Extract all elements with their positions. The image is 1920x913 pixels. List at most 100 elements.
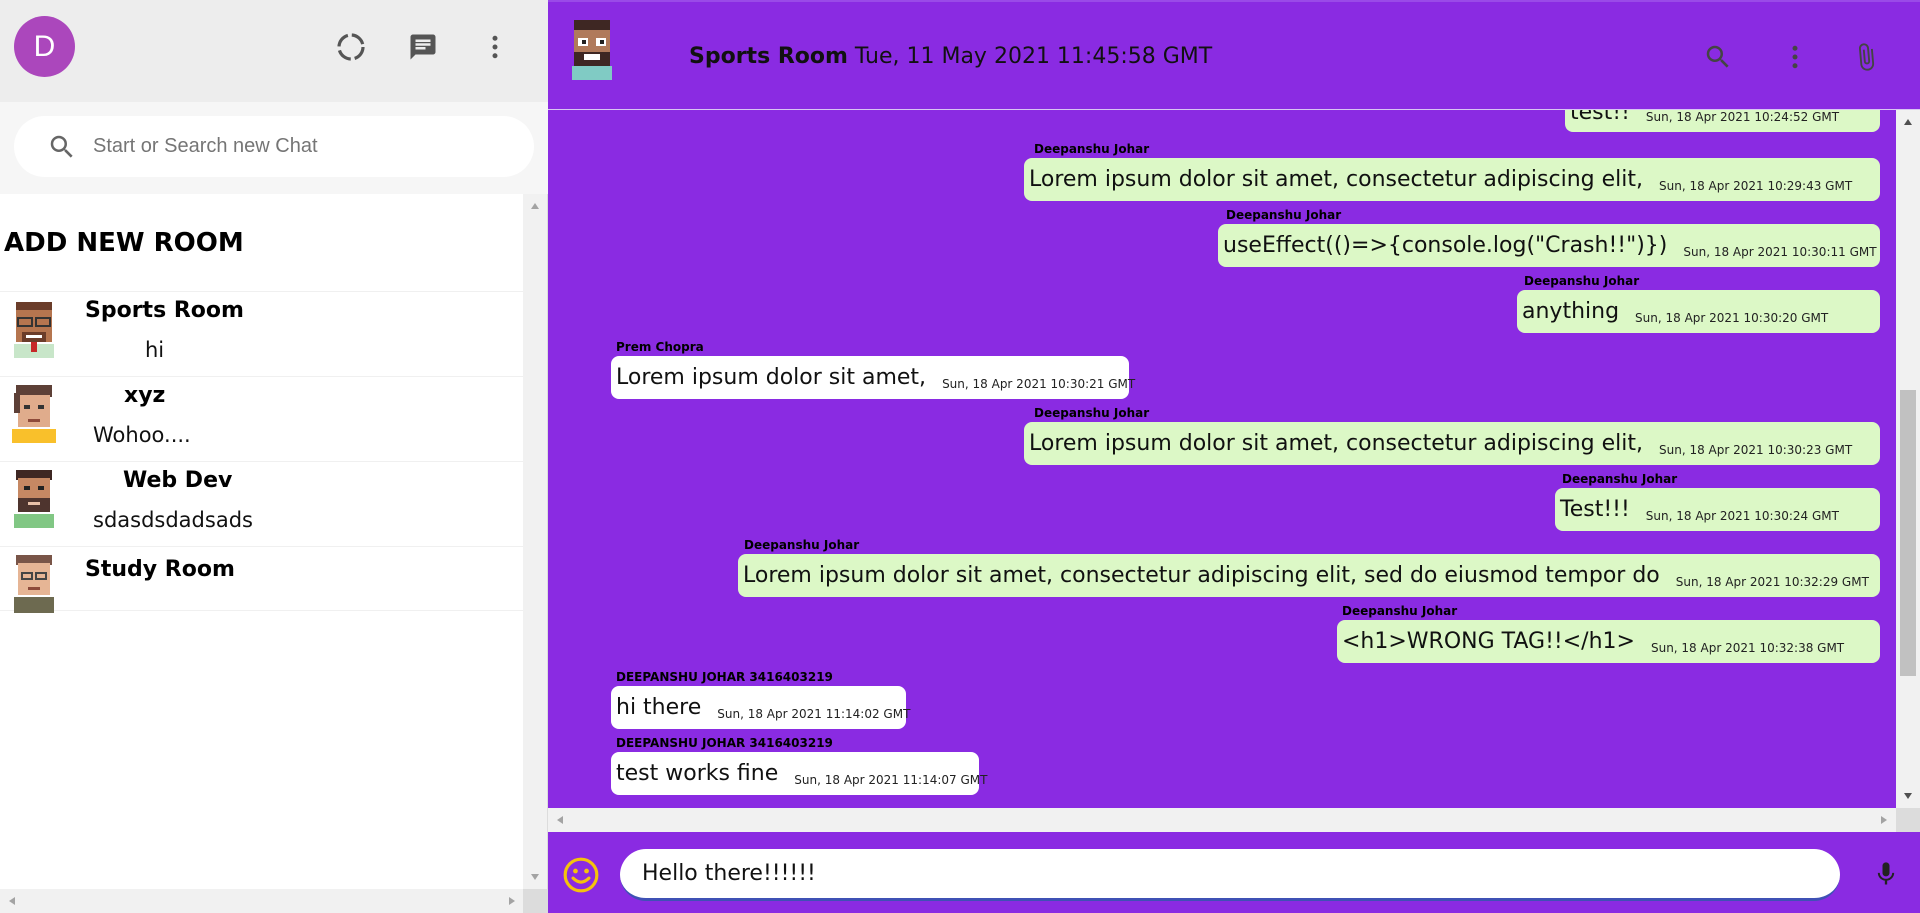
message-timestamp: Sun, 18 Apr 2021 10:32:29 GMT [1675, 575, 1869, 589]
chat-room-title: Sports Room Tue, 11 May 2021 11:45:58 GM… [689, 44, 1212, 69]
room-list: ADD NEW ROOM Sports Room hi xyz Wohoo...… [0, 194, 524, 889]
scrollbar-thumb[interactable] [1900, 390, 1916, 676]
message-bubble: test works fine Sun, 18 Apr 2021 11:14:0… [611, 752, 987, 795]
message-text: hi there [616, 695, 702, 720]
status-icon[interactable] [334, 30, 368, 64]
last-seen-timestamp: Tue, 11 May 2021 11:45:58 GMT [854, 44, 1213, 69]
sidebar: D Start or Search new Chat ADD NEW ROOM … [0, 0, 548, 913]
message-text: test works fine [616, 761, 779, 786]
message-timestamp: Sun, 18 Apr 2021 10:30:21 GMT [942, 377, 1136, 391]
room-avatar [14, 302, 54, 358]
room-avatar [12, 385, 56, 443]
message-timestamp: Sun, 18 Apr 2021 10:30:20 GMT [1635, 311, 1829, 325]
room-name: Study Room [85, 557, 235, 582]
room-avatar[interactable] [564, 18, 620, 80]
search-icon[interactable] [1701, 40, 1735, 74]
room-avatar [14, 470, 54, 528]
room-last-message: sdasdsdadsads [93, 508, 253, 532]
more-vert-icon[interactable] [1778, 40, 1812, 74]
chat-composer [548, 836, 1920, 913]
emoji-icon[interactable] [562, 856, 600, 894]
message-sender: Deepanshu Johar [744, 538, 860, 552]
message-text: <h1>WRONG TAG!!</h1> [1342, 629, 1635, 654]
sidebar-header: D [0, 0, 548, 102]
message-timestamp: Sun, 18 Apr 2021 11:14:07 GMT [794, 773, 988, 787]
message-text: anything [1522, 299, 1620, 324]
more-vert-icon[interactable] [478, 30, 512, 64]
add-new-room-button[interactable]: ADD NEW ROOM [0, 194, 524, 292]
message-timestamp: Sun, 18 Apr 2021 10:24:52 GMT [1645, 110, 1840, 124]
search-icon [50, 135, 73, 158]
attach-icon[interactable] [1849, 40, 1883, 74]
message-timestamp: Sun, 18 Apr 2021 10:29:43 GMT [1659, 179, 1853, 193]
message-timestamp: Sun, 18 Apr 2021 10:30:23 GMT [1659, 443, 1853, 457]
message-bubble: Lorem ipsum dolor sit amet, consectetur … [1024, 158, 1880, 201]
scroll-right-arrow-icon[interactable] [508, 896, 516, 906]
scrollbar-corner [1896, 808, 1920, 832]
scroll-right-arrow-icon[interactable] [1880, 815, 1888, 825]
message-sender: DEEPANSHU JOHAR 3416403219 [616, 670, 833, 684]
message-text: Test!!! [1560, 497, 1630, 522]
scroll-down-arrow-icon[interactable] [1903, 792, 1913, 800]
message-bubble: Lorem ipsum dolor sit amet, consectetur … [738, 554, 1880, 597]
message-bubble: Lorem ipsum dolor sit amet, Sun, 18 Apr … [611, 356, 1135, 399]
scrollbar-corner [523, 889, 547, 913]
room-name: Web Dev [123, 468, 233, 493]
room-item-web-dev[interactable]: Web Dev sdasdsdadsads [0, 462, 524, 547]
room-name: Sports Room [85, 298, 244, 323]
message-bubble: hi there Sun, 18 Apr 2021 11:14:02 GMT [611, 686, 910, 729]
message-bubble: Test!!! Sun, 18 Apr 2021 10:30:24 GMT [1555, 488, 1880, 531]
scroll-up-arrow-icon[interactable] [1903, 118, 1913, 126]
message-sender: Deepanshu Johar [1342, 604, 1458, 618]
room-item-sports-room[interactable]: Sports Room hi [0, 292, 524, 377]
chat-horizontal-scrollbar[interactable] [548, 808, 1896, 832]
message-text: Lorem ipsum dolor sit amet, [616, 365, 927, 390]
chat-vertical-scrollbar[interactable] [1896, 110, 1920, 808]
message-input[interactable] [620, 849, 1840, 901]
mic-icon[interactable] [1868, 856, 1904, 892]
message-bubble: test!! Sun, 18 Apr 2021 10:24:52 GMT [1565, 110, 1880, 132]
scroll-left-arrow-icon[interactable] [556, 815, 564, 825]
message-text: Lorem ipsum dolor sit amet, consectetur … [743, 563, 1660, 588]
message-sender: Deepanshu Johar [1524, 274, 1640, 288]
message-bubble: Lorem ipsum dolor sit amet, consectetur … [1024, 422, 1880, 465]
chat-panel: Sports Room Tue, 11 May 2021 11:45:58 GM… [548, 0, 1920, 913]
message-sender: DEEPANSHU JOHAR 3416403219 [616, 736, 833, 750]
sidebar-search-area [0, 102, 548, 194]
user-avatar[interactable]: D [14, 16, 75, 77]
message-sender: Deepanshu Johar [1034, 142, 1150, 156]
search-box [14, 116, 534, 177]
message-timestamp: Sun, 18 Apr 2021 10:30:24 GMT [1645, 509, 1839, 523]
message-list: test!! Sun, 18 Apr 2021 10:24:52 GMT Dee… [548, 110, 1896, 808]
room-list-horizontal-scrollbar[interactable] [0, 889, 524, 913]
room-item-xyz[interactable]: xyz Wohoo.... [0, 377, 524, 462]
message-bubble: <h1>WRONG TAG!!</h1> Sun, 18 Apr 2021 10… [1337, 620, 1880, 663]
message-sender: Deepanshu Johar [1034, 406, 1150, 420]
room-list-vertical-scrollbar[interactable] [523, 194, 547, 889]
message-timestamp: Sun, 18 Apr 2021 10:30:11 GMT [1683, 245, 1877, 259]
message-bubble: useEffect(()=>{console.log("Crash!!")}) … [1218, 224, 1880, 267]
scroll-up-arrow-icon[interactable] [530, 202, 540, 210]
room-last-message: Wohoo.... [93, 423, 191, 447]
search-input[interactable] [93, 135, 493, 158]
message-timestamp: Sun, 18 Apr 2021 11:14:02 GMT [717, 707, 911, 721]
message-text: Lorem ipsum dolor sit amet, consectetur … [1029, 431, 1643, 456]
room-name: xyz [124, 383, 166, 408]
message-sender: Prem Chopra [616, 340, 704, 354]
room-name: Sports Room [689, 44, 848, 69]
scroll-down-arrow-icon[interactable] [530, 873, 540, 881]
app-root: D Start or Search new Chat ADD NEW ROOM … [0, 0, 1920, 913]
message-text: test!! [1570, 110, 1630, 125]
message-timestamp: Sun, 18 Apr 2021 10:32:38 GMT [1650, 641, 1845, 655]
message-bubble: anything Sun, 18 Apr 2021 10:30:20 GMT [1517, 290, 1880, 333]
room-avatar [14, 555, 54, 613]
message-sender: Deepanshu Johar [1562, 472, 1678, 486]
new-chat-icon[interactable] [406, 30, 440, 64]
message-text: useEffect(()=>{console.log("Crash!!")}) [1223, 233, 1668, 258]
message-sender: Deepanshu Johar [1226, 208, 1342, 222]
room-last-message: hi [145, 338, 165, 362]
scroll-left-arrow-icon[interactable] [8, 896, 16, 906]
message-text: Lorem ipsum dolor sit amet, consectetur … [1029, 167, 1643, 192]
chat-header: Sports Room Tue, 11 May 2021 11:45:58 GM… [548, 0, 1920, 110]
room-item-study-room[interactable]: Study Room [0, 547, 524, 613]
